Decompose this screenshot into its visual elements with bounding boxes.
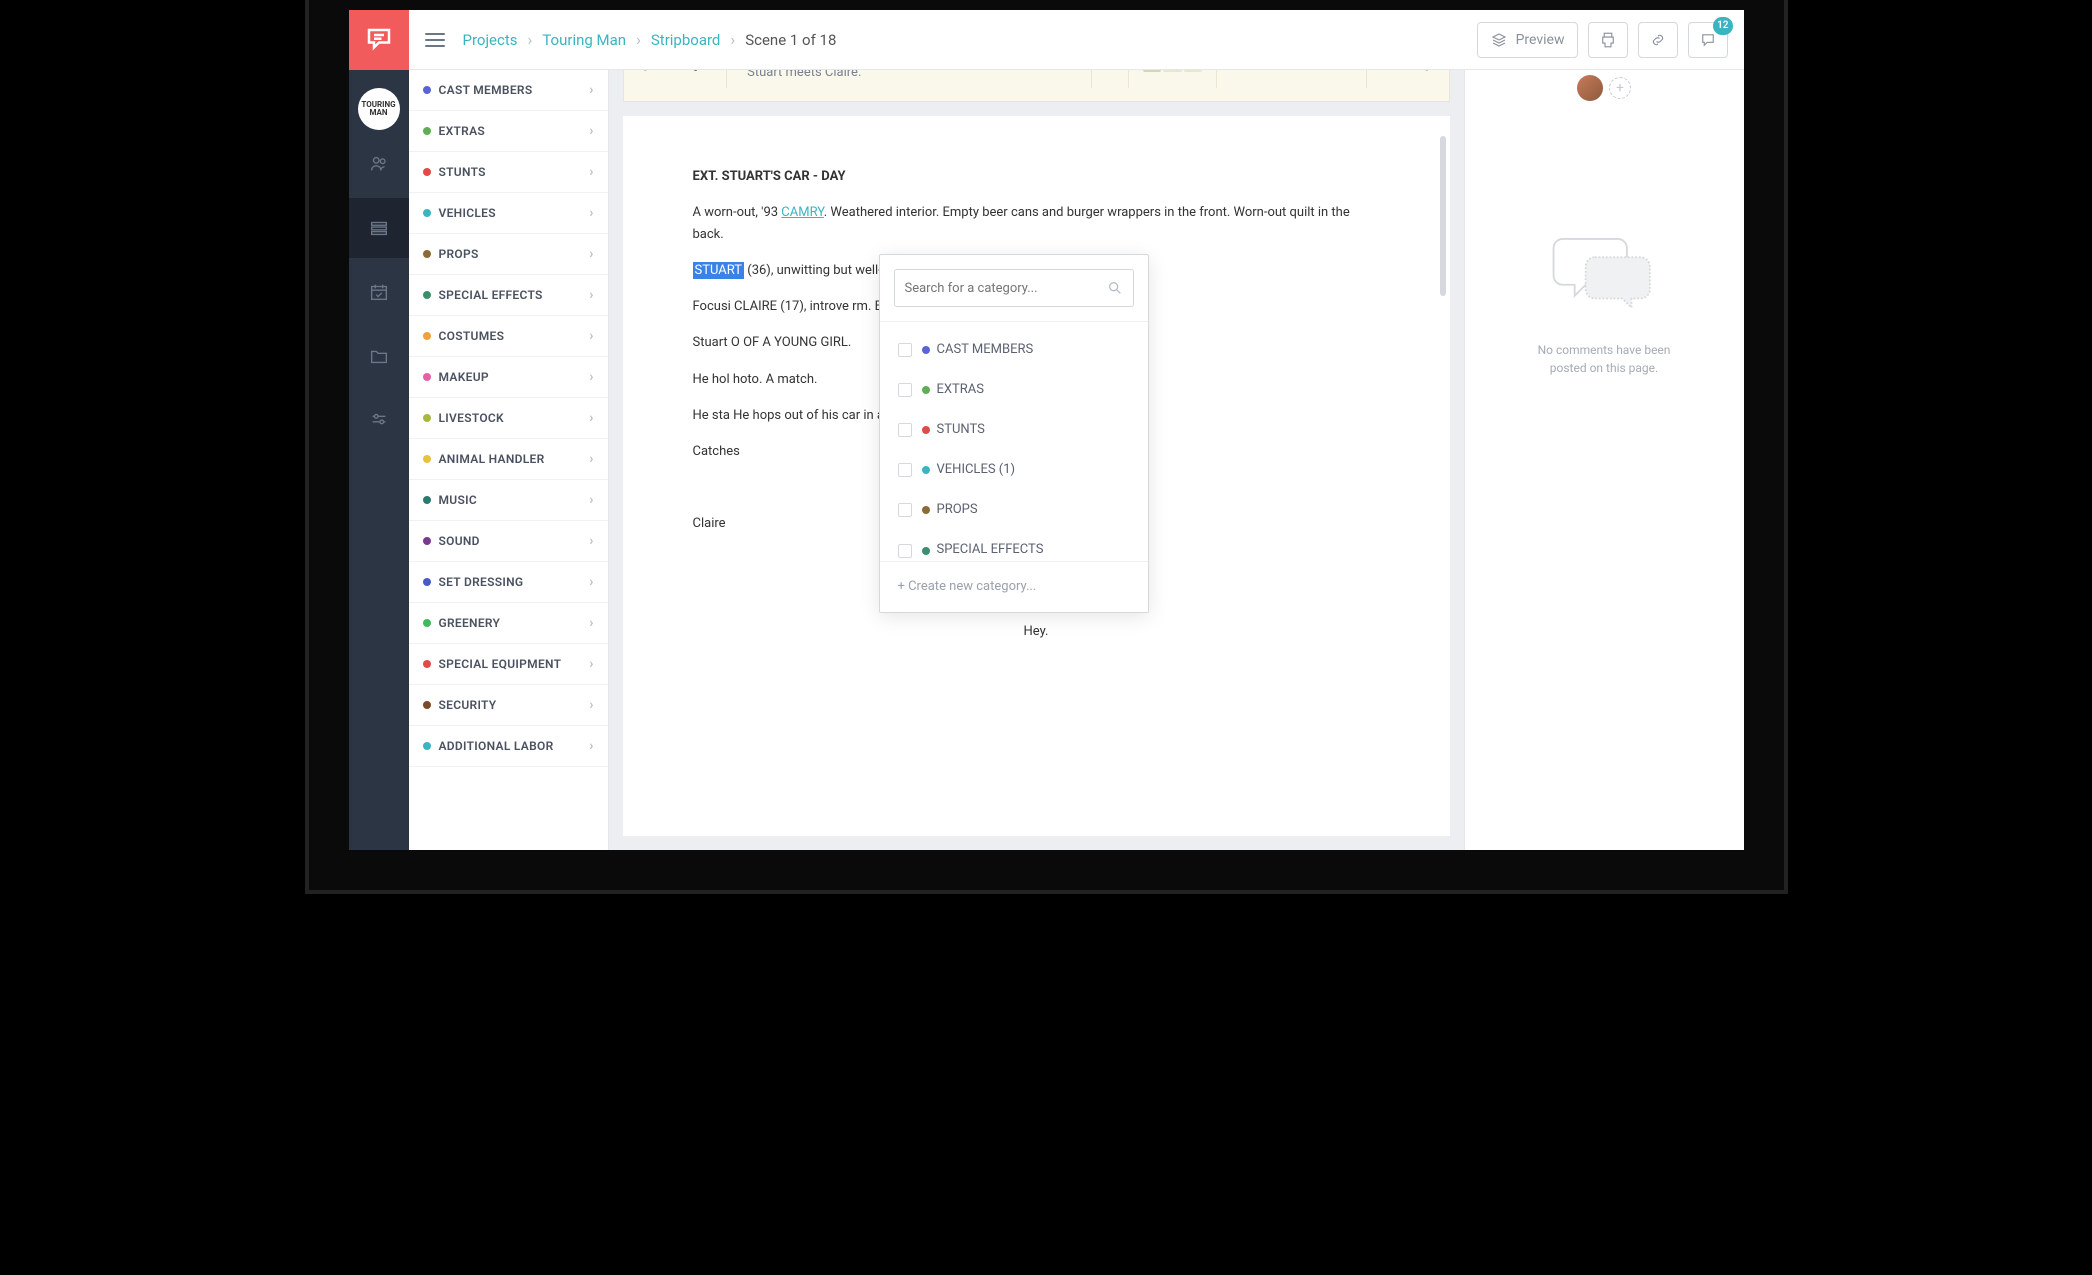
- chevron-right-icon: ›: [589, 656, 593, 672]
- chevron-right-icon: ›: [589, 574, 593, 590]
- chevron-right-icon: ›: [589, 246, 593, 262]
- print-button[interactable]: [1588, 22, 1628, 58]
- sidebar-item-extras[interactable]: EXTRAS›: [409, 111, 608, 152]
- add-collaborator-button[interactable]: +: [1609, 77, 1631, 99]
- sidebar-item-animal-handler[interactable]: ANIMAL HANDLER›: [409, 439, 608, 480]
- empty-comments-icon: No comments have beenposted on this page…: [1483, 221, 1726, 377]
- chevron-right-icon: ›: [589, 615, 593, 631]
- chevron-right-icon: ›: [589, 123, 593, 139]
- calendar-icon[interactable]: [349, 262, 409, 322]
- topbar: Projects › Touring Man › Stripboard › Sc…: [409, 10, 1744, 70]
- settings-icon[interactable]: [349, 390, 409, 450]
- checkbox[interactable]: [898, 463, 912, 477]
- checkbox[interactable]: [898, 343, 912, 357]
- crumb-section[interactable]: Stripboard: [651, 31, 721, 49]
- crumb-current: Scene 1 of 18: [745, 31, 836, 49]
- avatar[interactable]: [1577, 75, 1603, 101]
- scrollbar[interactable]: [1440, 136, 1446, 296]
- chevron-right-icon: ›: [589, 369, 593, 385]
- chevron-right-icon: ›: [589, 697, 593, 713]
- sidebar-item-music[interactable]: MUSIC›: [409, 480, 608, 521]
- tagged-vehicle[interactable]: CAMRY: [781, 205, 823, 220]
- sidebar-item-cast-members[interactable]: CAST MEMBERS›: [409, 70, 608, 111]
- sidebar-item-set-dressing[interactable]: SET DRESSING›: [409, 562, 608, 603]
- sidebar-item-costumes[interactable]: COSTUMES›: [409, 316, 608, 357]
- selected-text[interactable]: STUART: [693, 262, 745, 279]
- sidebar-item-vehicles[interactable]: VEHICLES›: [409, 193, 608, 234]
- sidebar-item-stunts[interactable]: STUNTS›: [409, 152, 608, 193]
- sidebar-item-greenery[interactable]: GREENERY›: [409, 603, 608, 644]
- chevron-right-icon: ›: [589, 205, 593, 221]
- category-popover: CAST MEMBERSEXTRASSTUNTSVEHICLES (1)PROP…: [879, 254, 1149, 613]
- chevron-right-icon: ›: [589, 738, 593, 754]
- people-icon[interactable]: [349, 134, 409, 194]
- preview-button[interactable]: Preview: [1477, 22, 1578, 58]
- link-button[interactable]: [1638, 22, 1678, 58]
- category-sidebar: CAST MEMBERS›EXTRAS›STUNTS›VEHICLES›PROP…: [409, 10, 609, 850]
- app-logo[interactable]: [349, 10, 409, 70]
- script-content: EXT. STUART'S CAR - DAY A worn-out, '93 …: [623, 116, 1450, 836]
- search-icon: [1107, 280, 1123, 296]
- category-option-stunts[interactable]: STUNTS: [880, 410, 1148, 450]
- chevron-right-icon: ›: [589, 410, 593, 426]
- sidebar-item-special-effects[interactable]: SPECIAL EFFECTS›: [409, 275, 608, 316]
- chevron-right-icon: ›: [589, 164, 593, 180]
- category-option-cast-members[interactable]: CAST MEMBERS: [880, 330, 1148, 370]
- checkbox[interactable]: [898, 383, 912, 397]
- stripboard-icon[interactable]: [349, 198, 409, 258]
- crumb-project[interactable]: Touring Man: [542, 31, 626, 49]
- sidebar-item-makeup[interactable]: MAKEUP›: [409, 357, 608, 398]
- category-option-special-effects[interactable]: SPECIAL EFFECTS: [880, 530, 1148, 561]
- comment-count-badge: 12: [1713, 17, 1732, 35]
- chevron-right-icon: ›: [589, 328, 593, 344]
- sidebar-item-additional-labor[interactable]: ADDITIONAL LABOR›: [409, 726, 608, 767]
- sidebar-item-livestock[interactable]: LIVESTOCK›: [409, 398, 608, 439]
- sidebar-item-props[interactable]: PROPS›: [409, 234, 608, 275]
- chevron-right-icon: ›: [589, 287, 593, 303]
- comments-button[interactable]: 12: [1688, 22, 1728, 58]
- chevron-right-icon: ›: [730, 30, 735, 49]
- chevron-right-icon: ›: [528, 30, 533, 49]
- category-search-input[interactable]: [894, 269, 1134, 307]
- checkbox[interactable]: [898, 503, 912, 517]
- folder-icon[interactable]: [349, 326, 409, 386]
- category-option-props[interactable]: PROPS: [880, 490, 1148, 530]
- sidebar-item-sound[interactable]: SOUND›: [409, 521, 608, 562]
- category-option-extras[interactable]: EXTRAS: [880, 370, 1148, 410]
- menu-icon[interactable]: [425, 33, 445, 47]
- chevron-right-icon: ›: [589, 451, 593, 467]
- crumb-projects[interactable]: Projects: [463, 31, 518, 49]
- chevron-right-icon: ›: [589, 492, 593, 508]
- chevron-right-icon: ›: [636, 30, 641, 49]
- category-option-vehicles-[interactable]: VEHICLES (1): [880, 450, 1148, 490]
- icon-rail: TOURING MAN: [349, 10, 409, 850]
- checkbox[interactable]: [898, 544, 912, 558]
- checkbox[interactable]: [898, 423, 912, 437]
- chevron-right-icon: ›: [589, 533, 593, 549]
- create-category-button[interactable]: + Create new category...: [880, 561, 1148, 612]
- chevron-right-icon: ›: [589, 82, 593, 98]
- sidebar-item-special-equipment[interactable]: SPECIAL EQUIPMENT›: [409, 644, 608, 685]
- project-badge[interactable]: TOURING MAN: [358, 88, 400, 130]
- breadcrumb: Projects › Touring Man › Stripboard › Sc…: [463, 30, 837, 49]
- comments-panel: × "Scene 1" Breakdown 1 Collaborator + N…: [1464, 10, 1744, 850]
- sidebar-item-security[interactable]: SECURITY›: [409, 685, 608, 726]
